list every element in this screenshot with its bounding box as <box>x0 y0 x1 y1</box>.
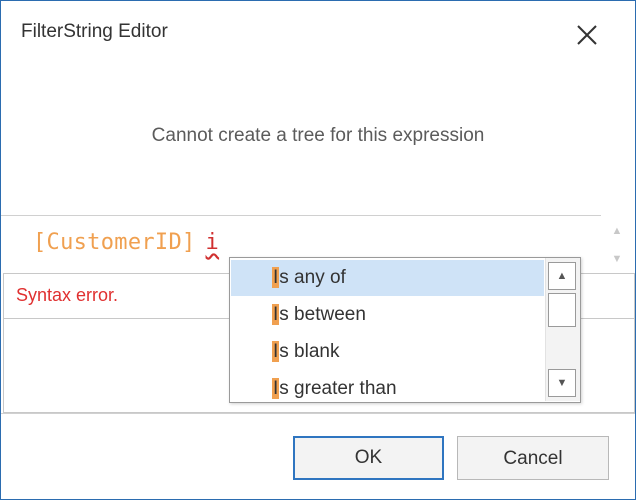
autocomplete-item-label: s between <box>279 304 366 325</box>
filterstring-editor-dialog: FilterString Editor Cannot create a tree… <box>0 0 636 500</box>
close-icon[interactable] <box>571 19 603 51</box>
autocomplete-item[interactable]: Is blank <box>231 334 544 370</box>
autocomplete-item[interactable]: Is between <box>231 297 544 333</box>
cancel-button[interactable]: Cancel <box>457 436 609 480</box>
autocomplete-item-label: s greater than <box>279 378 397 399</box>
syntax-error-text: Syntax error. <box>16 285 119 305</box>
triangle-down-icon[interactable]: ▼ <box>605 246 629 272</box>
autocomplete-popup: Is any of Is between Is blank Is greater… <box>229 257 581 403</box>
autocomplete-item[interactable]: Is greater than <box>231 371 544 401</box>
dialog-title: FilterString Editor <box>21 21 168 42</box>
expression-text[interactable]: [CustomerID] i <box>33 230 219 255</box>
footer-divider <box>1 413 635 414</box>
scroll-up-icon[interactable]: ▲ <box>548 262 576 290</box>
tree-error-message: Cannot create a tree for this expression <box>151 125 485 146</box>
scroll-thumb[interactable] <box>548 293 576 327</box>
triangle-up-icon[interactable]: ▲ <box>605 218 629 244</box>
autocomplete-item[interactable]: Is any of <box>231 260 544 296</box>
expression-scrollbar[interactable]: ▲ ▼ <box>601 216 633 274</box>
expression-field: [CustomerID] <box>33 230 196 255</box>
ok-button[interactable]: OK <box>293 436 444 480</box>
scroll-down-icon[interactable]: ▼ <box>548 369 576 397</box>
autocomplete-item-label: s any of <box>279 267 346 288</box>
expression-error-token: i <box>205 230 220 255</box>
autocomplete-scrollbar[interactable]: ▲ ▼ <box>545 258 580 401</box>
autocomplete-item-label: s blank <box>279 341 340 362</box>
